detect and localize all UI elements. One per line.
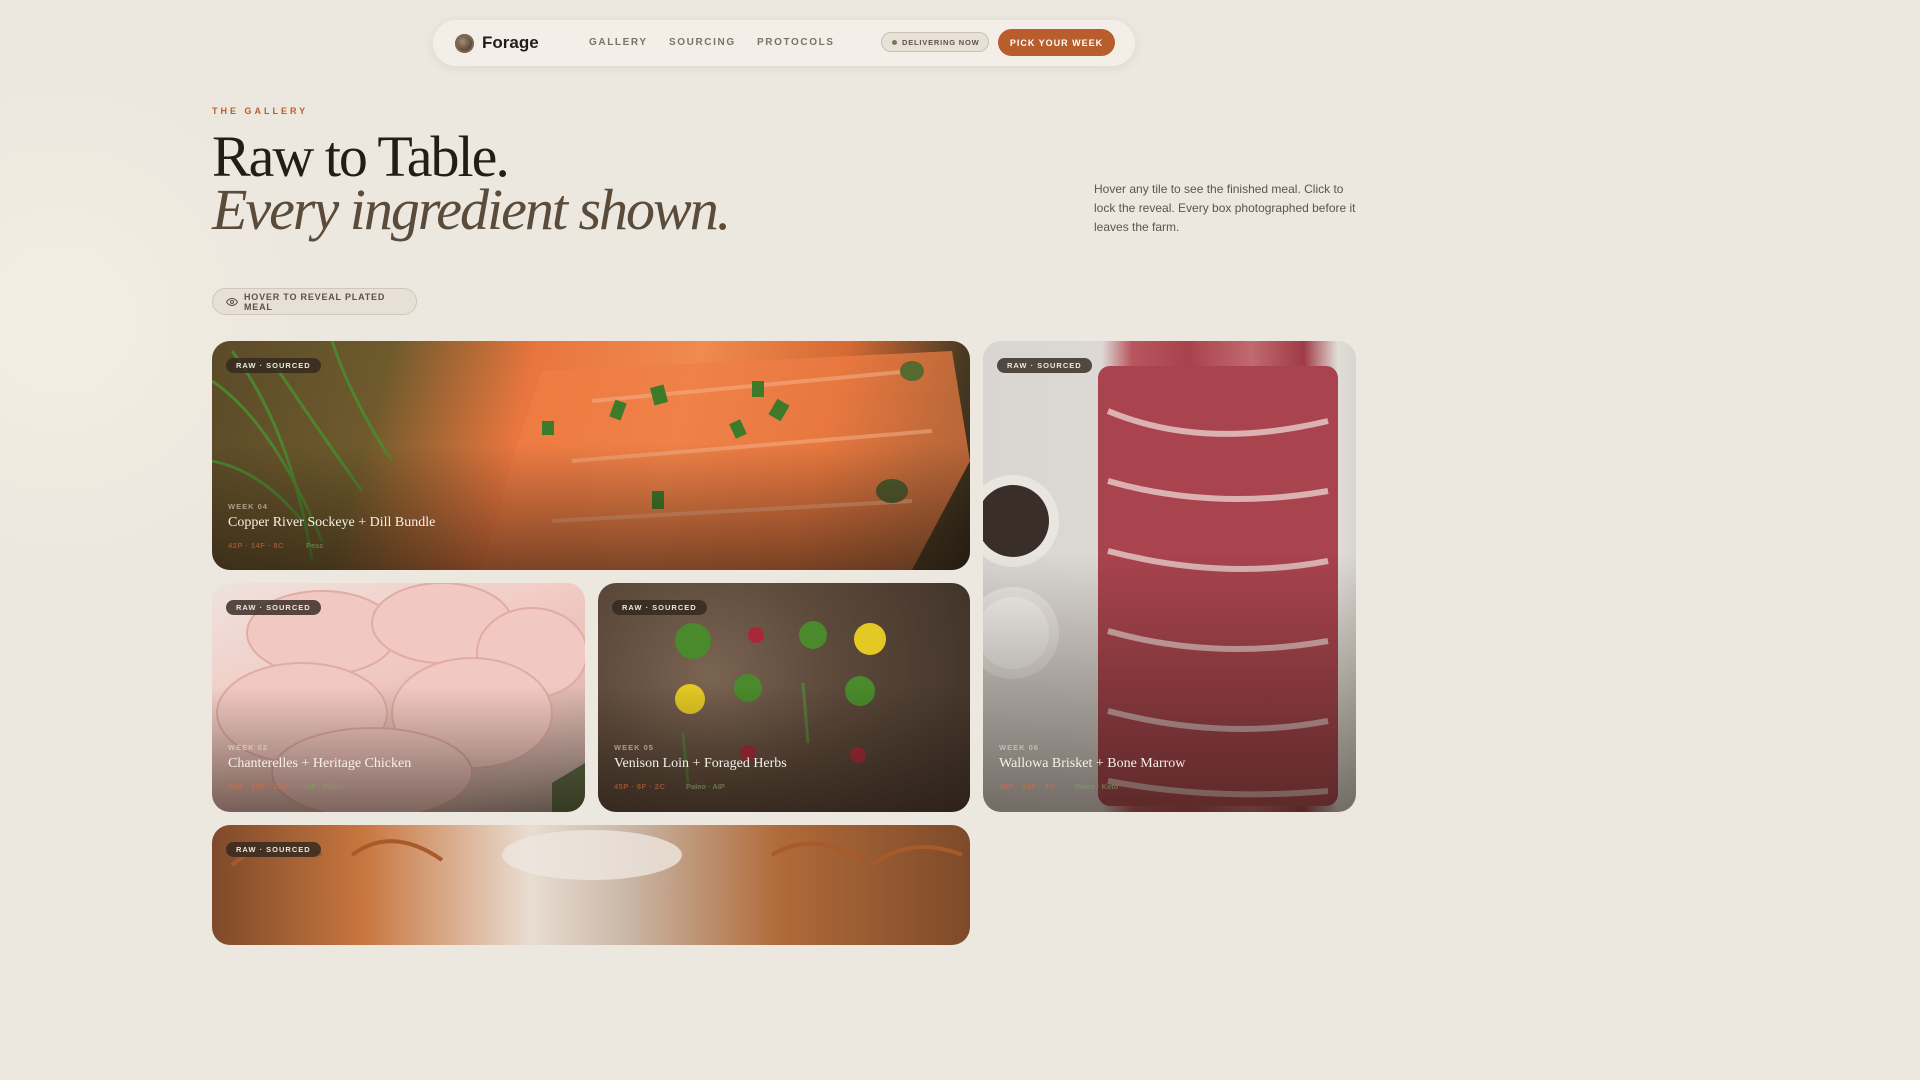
pick-your-week-button[interactable]: PICK YOUR WEEK [998, 29, 1115, 56]
tile-macros: 42P · 14F · 8C [228, 541, 285, 550]
hover-hint-label: HOVER TO REVEAL PLATED MEAL [244, 291, 386, 312]
meal-tile-venison[interactable]: RAW · SOURCED WEEK 05 Venison Loin + For… [598, 583, 970, 812]
delivery-status-label: DELIVERING NOW [902, 37, 980, 47]
logo-icon[interactable] [455, 34, 474, 53]
meal-tile-chicken[interactable]: RAW · SOURCED WEEK 02 Chanterelles + Her… [212, 583, 585, 812]
crab-photo [230, 830, 963, 880]
nav-gallery-link[interactable]: GALLERY [589, 37, 648, 48]
top-nav: Forage GALLERY SOURCING PROTOCOLS DELIVE… [433, 20, 1135, 66]
tile-diet-tag: AIP · Paleo [304, 782, 344, 791]
meal-tile-sockeye[interactable]: RAW · SOURCED WEEK 04 Copper River Socke… [212, 341, 970, 570]
tile-title: Wallowa Brisket + Bone Marrow [999, 756, 1186, 771]
tile-week-label: WEEK 04 [228, 502, 268, 511]
page-subtitle: Every ingredient shown. [212, 177, 731, 242]
raw-sourced-badge: RAW · SOURCED [226, 600, 321, 615]
tile-macros: 38P · 16F · 12C [228, 782, 289, 791]
tile-diet-tag: Pesc [306, 541, 324, 550]
nav-protocols-link[interactable]: PROTOCOLS [757, 37, 835, 48]
meal-tile-brisket[interactable]: RAW · SOURCED WEEK 06 Wallowa Brisket + … [983, 341, 1356, 812]
brand-name[interactable]: Forage [482, 33, 539, 53]
tile-title: Venison Loin + Foraged Herbs [614, 756, 787, 771]
meal-tile-crab[interactable]: RAW · SOURCED [212, 825, 970, 945]
tile-diet-tag: Paleo · AIP [686, 782, 725, 791]
intro-text: Hover any tile to see the finished meal.… [1094, 182, 1356, 234]
tile-week-label: WEEK 02 [228, 743, 268, 752]
delivery-status-badge: DELIVERING NOW [881, 32, 989, 52]
raw-sourced-badge: RAW · SOURCED [997, 358, 1092, 373]
tile-diet-tag: Paleo · Keto [1075, 782, 1119, 791]
tile-title: Copper River Sockeye + Dill Bundle [228, 515, 436, 530]
tile-macros: 45P · 8F · 2C [614, 782, 666, 791]
raw-sourced-badge: RAW · SOURCED [226, 358, 321, 373]
raw-sourced-badge: RAW · SOURCED [612, 600, 707, 615]
section-eyebrow: THE GALLERY [212, 106, 309, 116]
raw-sourced-badge: RAW · SOURCED [226, 842, 321, 857]
tile-week-label: WEEK 05 [614, 743, 654, 752]
eye-icon [226, 297, 238, 307]
tile-macros: 48P · 32F · 4C [999, 782, 1056, 791]
status-dot-icon [892, 40, 897, 45]
nav-sourcing-link[interactable]: SOURCING [669, 37, 736, 48]
tile-title: Chanterelles + Heritage Chicken [228, 756, 412, 771]
tile-week-label: WEEK 06 [999, 743, 1039, 752]
hover-hint-badge: HOVER TO REVEAL PLATED MEAL [212, 288, 417, 315]
